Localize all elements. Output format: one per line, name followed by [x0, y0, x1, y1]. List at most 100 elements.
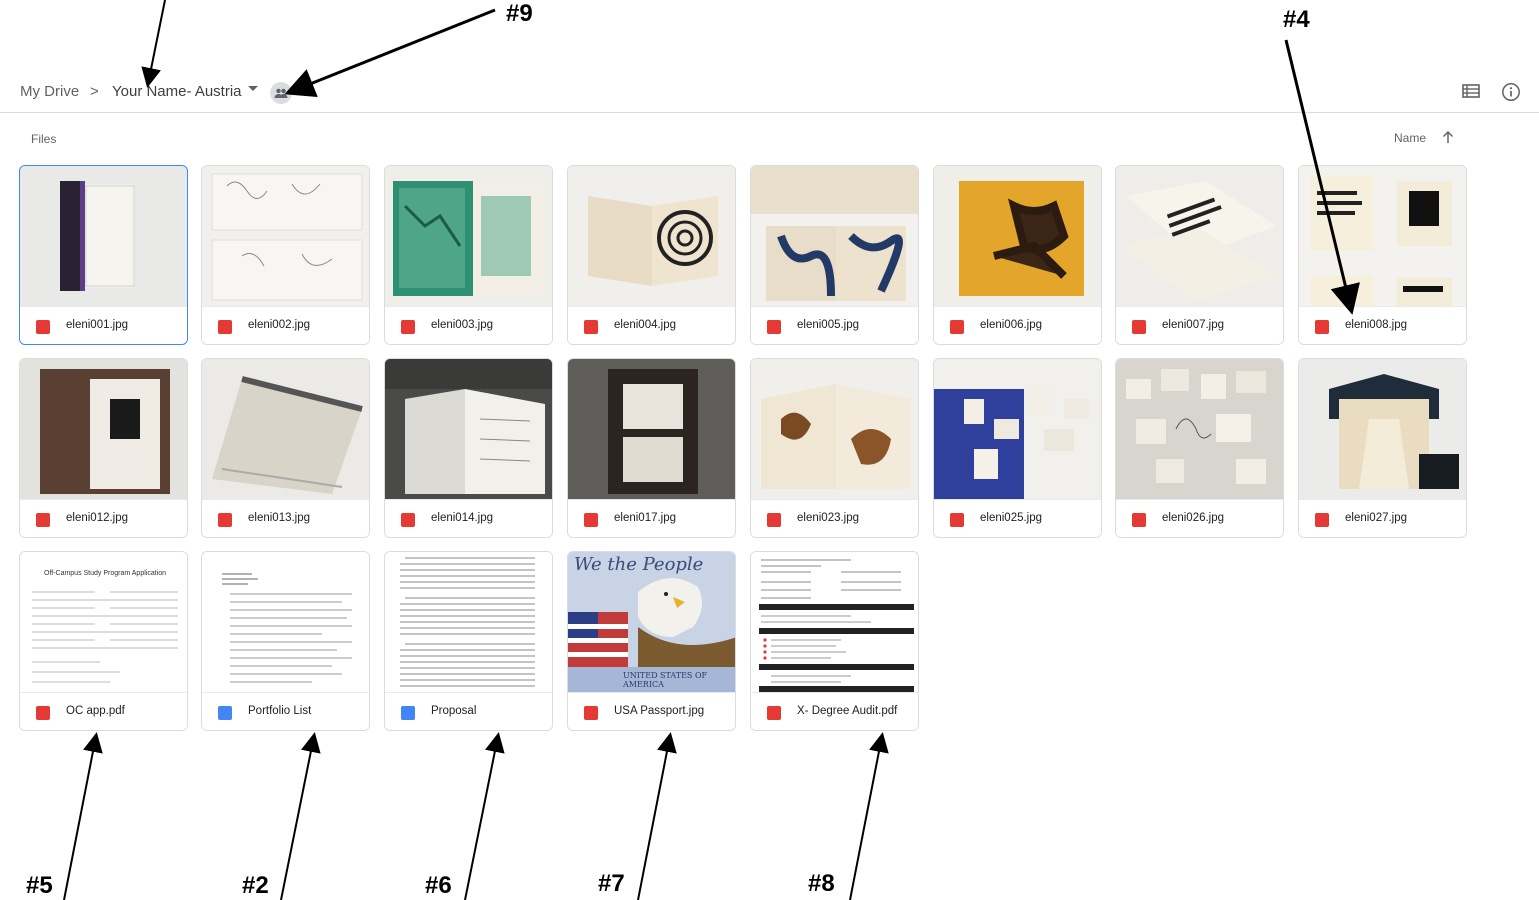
file-thumbnail: [568, 359, 735, 499]
file-card[interactable]: eleni026.jpg: [1115, 358, 1284, 538]
annotation-label-8: #8: [808, 870, 835, 897]
file-thumbnail: [202, 552, 369, 692]
file-card[interactable]: eleni012.jpg: [19, 358, 188, 538]
passport-banner-text: UNITED STATES OF AMERICA: [623, 671, 708, 689]
file-name: X- Degree Audit.pdf: [797, 705, 898, 717]
annotation-arrow: [280, 732, 321, 900]
file-card[interactable]: eleni013.jpg: [201, 358, 370, 538]
file-card[interactable]: Off-Campus Study Program Application OC …: [19, 551, 188, 731]
image-file-icon: [401, 513, 415, 527]
file-name: eleni012.jpg: [66, 512, 129, 524]
sort-by-name-button[interactable]: Name: [1394, 131, 1426, 145]
image-file-icon: [950, 513, 964, 527]
file-thumbnail: [934, 359, 1101, 499]
image-file-icon: [36, 513, 50, 527]
list-view-icon[interactable]: [1462, 82, 1480, 100]
annotation-label-2: #2: [242, 872, 269, 899]
shared-folder-icon[interactable]: [270, 82, 292, 104]
image-file-icon: [584, 320, 598, 334]
sort-ascending-arrow-icon[interactable]: [1441, 130, 1455, 144]
file-thumbnail: [385, 552, 552, 692]
image-file-icon: [218, 513, 232, 527]
google-doc-icon: [218, 706, 232, 720]
file-card[interactable]: eleni023.jpg: [750, 358, 919, 538]
file-name: eleni007.jpg: [1162, 319, 1225, 331]
breadcrumb-current-folder[interactable]: Your Name- Austria: [112, 83, 242, 100]
file-card[interactable]: X- Degree Audit.pdf: [750, 551, 919, 731]
image-file-icon: [1132, 320, 1146, 334]
file-name: OC app.pdf: [66, 705, 125, 717]
file-name: eleni027.jpg: [1345, 512, 1408, 524]
file-card[interactable]: Portfolio List: [201, 551, 370, 731]
image-file-icon: [1315, 320, 1329, 334]
image-file-icon: [584, 513, 598, 527]
file-name: eleni001.jpg: [66, 319, 129, 331]
image-file-icon: [584, 706, 598, 720]
breadcrumb-my-drive[interactable]: My Drive: [20, 83, 79, 100]
file-thumbnail: [20, 359, 187, 499]
annotation-arrow: [63, 732, 103, 900]
file-name: eleni004.jpg: [614, 319, 677, 331]
file-card[interactable]: eleni006.jpg: [933, 165, 1102, 345]
pdf-file-icon: [36, 706, 50, 720]
file-thumbnail: [20, 166, 187, 306]
file-name: eleni002.jpg: [248, 319, 311, 331]
folder-menu-dropdown-icon[interactable]: [248, 86, 258, 91]
file-thumbnail: [1116, 166, 1283, 306]
annotation-arrow: [464, 732, 505, 900]
file-card[interactable]: eleni005.jpg: [750, 165, 919, 345]
file-name: eleni017.jpg: [614, 512, 677, 524]
image-file-icon: [767, 320, 781, 334]
google-doc-icon: [401, 706, 415, 720]
image-file-icon: [401, 320, 415, 334]
file-card[interactable]: We the People UNITED STATES OF AMERICA U…: [567, 551, 736, 731]
file-name: eleni008.jpg: [1345, 319, 1408, 331]
image-file-icon: [1132, 513, 1146, 527]
files-section-label: Files: [31, 132, 57, 146]
file-name: eleni023.jpg: [797, 512, 860, 524]
image-file-icon: [218, 320, 232, 334]
file-name: eleni026.jpg: [1162, 512, 1225, 524]
file-card[interactable]: eleni002.jpg: [201, 165, 370, 345]
file-card[interactable]: eleni001.jpg: [19, 165, 188, 345]
file-thumbnail: [1299, 359, 1466, 499]
file-card[interactable]: eleni007.jpg: [1115, 165, 1284, 345]
file-thumbnail: [202, 359, 369, 499]
image-file-icon: [36, 320, 50, 334]
annotation-label-5: #5: [26, 872, 53, 899]
file-thumbnail: We the People UNITED STATES OF AMERICA: [568, 552, 735, 692]
file-name: eleni014.jpg: [431, 512, 494, 524]
file-name: USA Passport.jpg: [614, 705, 705, 717]
annotation-label-7: #7: [598, 870, 625, 897]
file-thumbnail: [1116, 359, 1283, 499]
file-name: eleni025.jpg: [980, 512, 1043, 524]
file-name: Proposal: [431, 705, 477, 717]
file-card[interactable]: Proposal: [384, 551, 553, 731]
file-name: eleni005.jpg: [797, 319, 860, 331]
file-name: eleni006.jpg: [980, 319, 1043, 331]
file-thumbnail: [751, 359, 918, 499]
file-thumbnail: [385, 359, 552, 499]
file-name: eleni013.jpg: [248, 512, 311, 524]
file-card[interactable]: eleni004.jpg: [567, 165, 736, 345]
file-card[interactable]: eleni014.jpg: [384, 358, 553, 538]
file-name: Portfolio List: [248, 705, 312, 717]
annotation-label-6: #6: [425, 872, 452, 899]
breadcrumb-chevron-icon: >: [90, 83, 99, 100]
file-thumbnail: Off-Campus Study Program Application: [20, 552, 187, 692]
file-card[interactable]: eleni003.jpg: [384, 165, 553, 345]
file-thumbnail: [568, 166, 735, 306]
file-thumbnail: [751, 166, 918, 306]
annotation-label-9: #9: [506, 0, 533, 27]
image-file-icon: [767, 513, 781, 527]
file-card[interactable]: eleni017.jpg: [567, 358, 736, 538]
annotation-label-4: #4: [1283, 6, 1310, 33]
file-card[interactable]: eleni025.jpg: [933, 358, 1102, 538]
annotation-arrow: [637, 732, 677, 900]
info-icon[interactable]: [1501, 82, 1521, 102]
image-file-icon: [1315, 513, 1329, 527]
file-card[interactable]: eleni008.jpg: [1298, 165, 1467, 345]
drive-header: My Drive > Your Name- Austria: [0, 70, 1539, 113]
file-name: eleni003.jpg: [431, 319, 494, 331]
file-card[interactable]: eleni027.jpg: [1298, 358, 1467, 538]
